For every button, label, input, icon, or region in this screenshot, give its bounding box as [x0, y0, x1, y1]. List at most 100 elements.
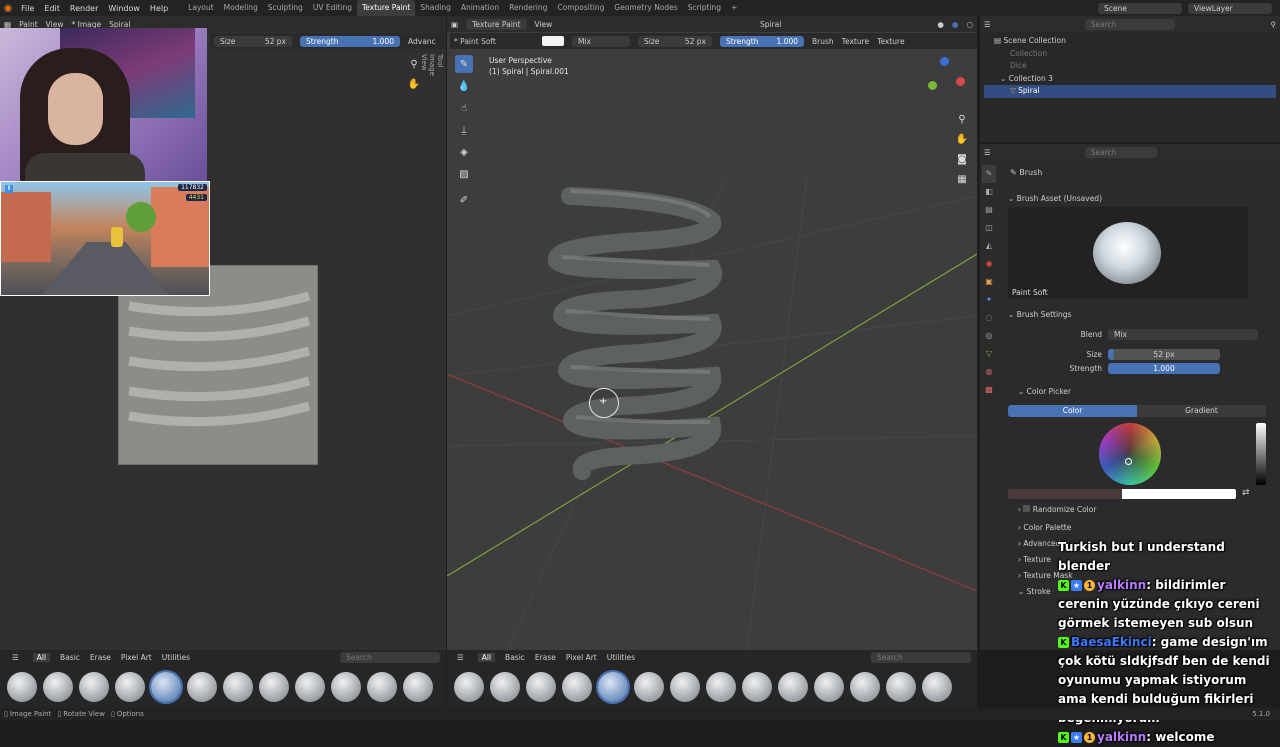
brush-thumb[interactable] [742, 672, 772, 702]
filter-icon[interactable]: ⚲ [1271, 20, 1277, 29]
gradient-tab[interactable]: Gradient [1137, 405, 1266, 417]
output-tab-icon[interactable]: ▤ [982, 201, 996, 219]
brush-thumb[interactable] [706, 672, 736, 702]
brush-thumb-selected[interactable] [598, 672, 628, 702]
tab-animation[interactable]: Animation [456, 0, 504, 16]
shelf-menu-icon[interactable]: ☰ [457, 653, 464, 662]
viewport-type-icon[interactable]: ▣ [451, 20, 458, 29]
scene-selector[interactable]: Scene [1098, 2, 1182, 14]
blend-dropdown[interactable]: Mix [1108, 328, 1258, 340]
randomize-row[interactable]: › Randomize Color [1018, 505, 1096, 514]
shading-rendered-icon[interactable]: ○ [966, 20, 973, 29]
shading-material-icon[interactable]: ● [952, 20, 959, 29]
brush-thumb-selected[interactable] [151, 672, 181, 702]
texture-tab-icon[interactable]: ▩ [982, 381, 996, 399]
tab-texture-paint[interactable]: Texture Paint [356, 0, 416, 16]
brush-thumb[interactable] [367, 672, 397, 702]
world-tab-icon[interactable]: ◉ [982, 255, 996, 273]
clone-icon[interactable]: ⍊ [455, 121, 473, 139]
brush-thumb[interactable] [223, 672, 253, 702]
brush-thumb[interactable] [79, 672, 109, 702]
brush-thumb[interactable] [43, 672, 73, 702]
zoom-icon[interactable]: ⚲ [405, 55, 423, 73]
outliner-type-icon[interactable]: ☰ [984, 20, 991, 29]
shelf-search[interactable]: Search [871, 651, 971, 663]
outliner-item-dice[interactable]: Dice [984, 60, 1276, 73]
chevron-down-icon[interactable]: ⌄ [1000, 74, 1009, 83]
side-tab-tool[interactable]: Tool [436, 54, 444, 76]
texture-header[interactable]: › Texture [1018, 555, 1051, 564]
tab-rendering[interactable]: Rendering [504, 0, 552, 16]
viewport-size-field[interactable]: Size 52 px [638, 35, 712, 47]
color-swatch[interactable] [542, 36, 564, 46]
image-advanced-menu[interactable]: Advanc [408, 37, 436, 46]
brush-thumb[interactable] [490, 672, 520, 702]
shelf-tab-utilities[interactable]: Utilities [162, 653, 190, 662]
zoom-icon[interactable]: ⚲ [953, 110, 971, 128]
tab-layout[interactable]: Layout [183, 0, 219, 16]
object-tab-icon[interactable]: ▣ [982, 273, 996, 291]
gizmo-x-icon[interactable] [956, 77, 965, 86]
brush-thumb[interactable] [259, 672, 289, 702]
shelf-tab-basic[interactable]: Basic [505, 653, 525, 662]
draw-brush-icon[interactable]: ✎ [455, 55, 473, 73]
brush-thumb[interactable] [634, 672, 664, 702]
smear-icon[interactable]: ☝ [455, 99, 473, 117]
brush-menu[interactable]: Brush [812, 37, 834, 46]
fill-icon[interactable]: ◈ [455, 143, 473, 161]
texture-menu-2[interactable]: Texture [877, 37, 904, 46]
shelf-tab-all[interactable]: All [32, 652, 51, 662]
spiral-mesh[interactable] [542, 181, 742, 501]
tool-tab-icon[interactable]: ✎ [982, 165, 996, 183]
particles-tab-icon[interactable]: ◌ [982, 309, 996, 327]
outliner-item-collection[interactable]: Collection [984, 48, 1276, 61]
brush-thumb[interactable] [454, 672, 484, 702]
properties-type-icon[interactable]: ☰ [984, 148, 991, 157]
brush-thumb[interactable] [850, 672, 880, 702]
brush-thumb[interactable] [562, 672, 592, 702]
outliner-root[interactable]: ▤ Scene Collection [984, 35, 1276, 48]
brush-thumb[interactable] [403, 672, 433, 702]
tab-shading[interactable]: Shading [415, 0, 455, 16]
viewport-3d[interactable]: + [447, 16, 977, 650]
brush-thumb[interactable] [526, 672, 556, 702]
object-selector[interactable]: Spiral [760, 20, 781, 29]
blend-selector[interactable]: Mix [572, 35, 630, 47]
view-layer-selector[interactable]: ViewLayer [1188, 2, 1272, 14]
properties-search[interactable]: Search [1084, 146, 1157, 158]
brush-thumb[interactable] [814, 672, 844, 702]
brush-settings-header[interactable]: ⌄ Brush Settings [1008, 310, 1071, 319]
shelf-menu-icon[interactable]: ☰ [12, 653, 19, 662]
brush-preview[interactable]: Paint Soft [1008, 207, 1248, 299]
tab-modeling[interactable]: Modeling [219, 0, 263, 16]
hand-pan-icon[interactable]: ✋ [405, 75, 423, 93]
outliner-item-collection-3[interactable]: ⌄ Collection 3 [984, 73, 1276, 86]
brush-thumb[interactable] [115, 672, 145, 702]
shelf-search[interactable]: Search [340, 651, 440, 663]
scene-tab-icon[interactable]: ◭ [982, 237, 996, 255]
modifier-tab-icon[interactable]: ✦ [982, 291, 996, 309]
pan-icon[interactable]: ✋ [953, 130, 971, 148]
tab-sculpting[interactable]: Sculpting [263, 0, 308, 16]
swap-color-icon[interactable]: ⇄ [1242, 488, 1250, 498]
menu-window[interactable]: Window [103, 4, 145, 13]
stroke-header[interactable]: ⌄ Stroke [1018, 587, 1051, 596]
grid-icon[interactable]: ▦ [953, 170, 971, 188]
render-tab-icon[interactable]: ◧ [982, 183, 996, 201]
add-workspace-icon[interactable]: + [726, 0, 742, 16]
image-size-field[interactable]: Size 52 px [214, 35, 292, 47]
gizmo-y-icon[interactable] [928, 81, 937, 90]
value-slider[interactable] [1256, 423, 1266, 485]
brush-thumb[interactable] [670, 672, 700, 702]
outliner-search[interactable]: Search [1084, 18, 1175, 30]
image-strength-field[interactable]: Strength 1.000 [300, 35, 400, 47]
shelf-tab-pixel-art[interactable]: Pixel Art [566, 653, 597, 662]
shelf-tab-all[interactable]: All [477, 652, 496, 662]
shelf-tab-utilities[interactable]: Utilities [607, 653, 635, 662]
shelf-tab-erase[interactable]: Erase [90, 653, 111, 662]
tab-geometry-nodes[interactable]: Geometry Nodes [609, 0, 682, 16]
advanced-header[interactable]: › Advanced [1018, 539, 1060, 548]
size-slider[interactable]: 52 px [1108, 348, 1220, 360]
side-tab-image[interactable]: Image [428, 54, 436, 76]
menu-file[interactable]: File [16, 4, 39, 13]
